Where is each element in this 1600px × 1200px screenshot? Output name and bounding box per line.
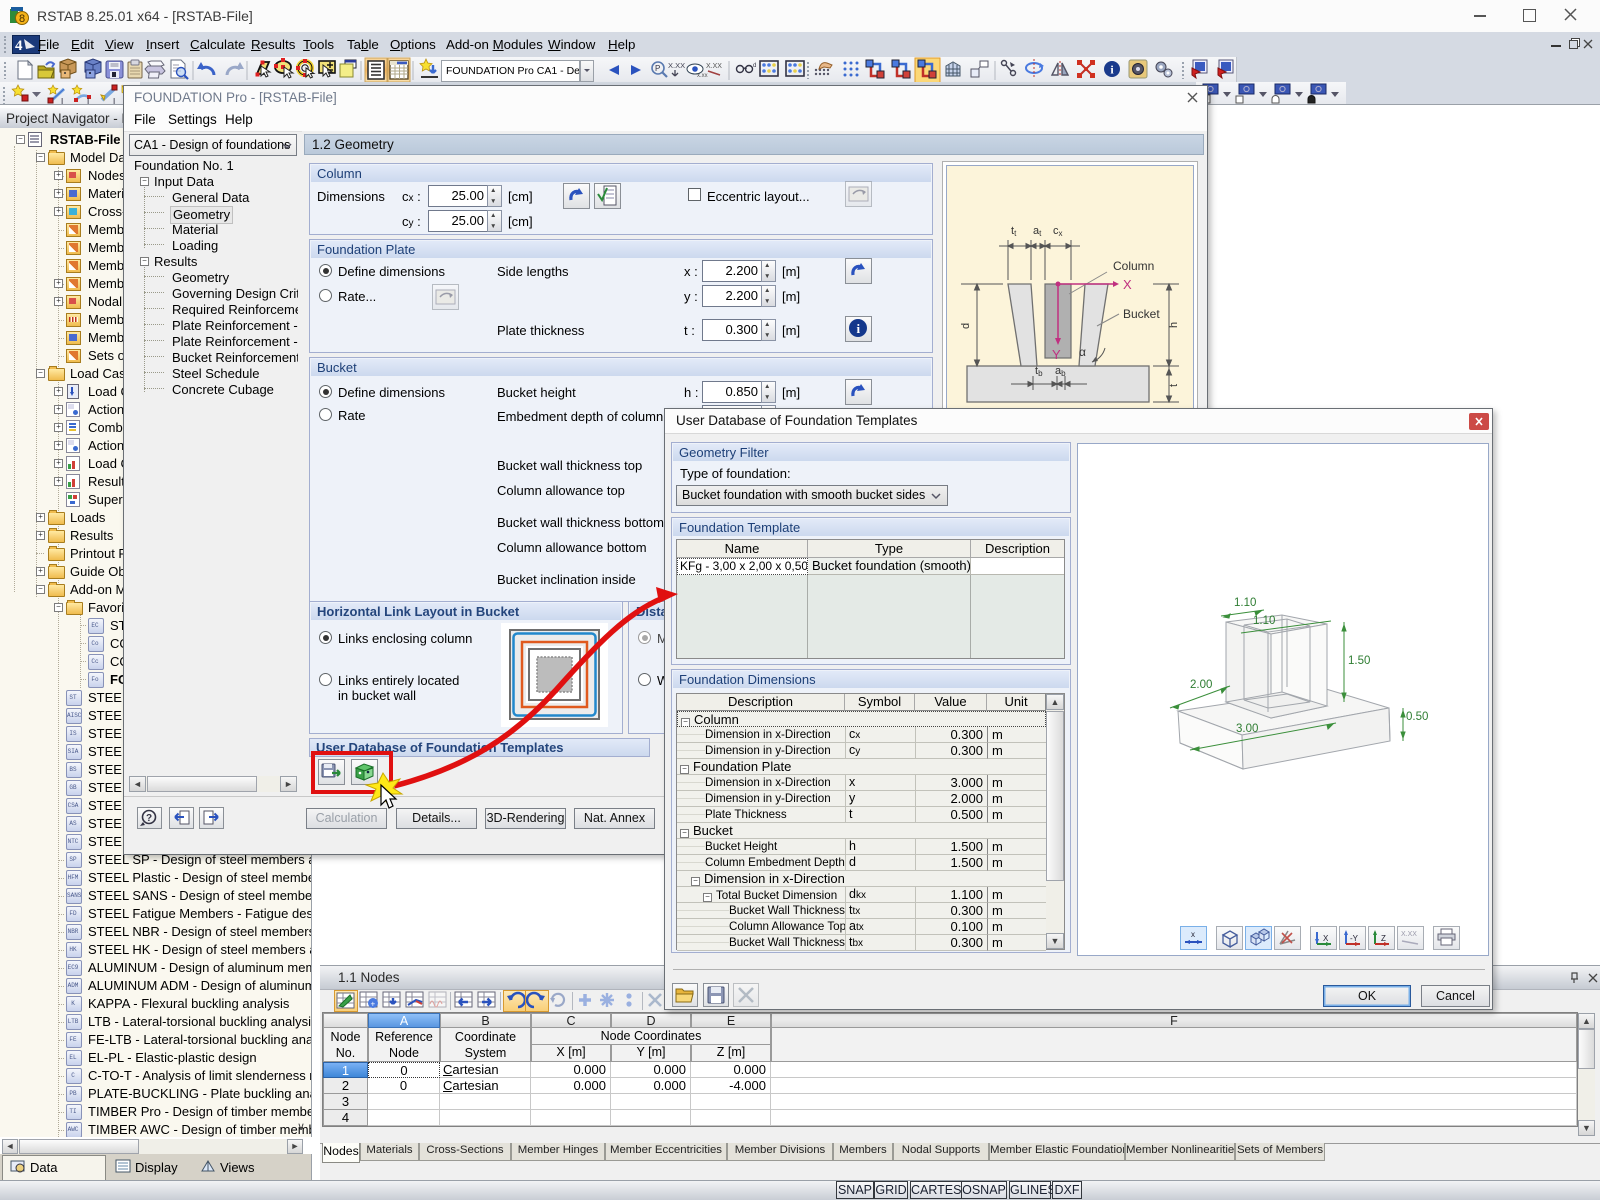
svg-text:1.50: 1.50 (1348, 655, 1370, 667)
svg-text:Column: Column (1113, 259, 1154, 273)
svg-text:at: at (1033, 225, 1042, 238)
svg-text:+: + (371, 1000, 376, 1009)
svg-text:X: X (1323, 934, 1329, 943)
svg-text:X.XX: X.XX (706, 63, 722, 70)
svg-text:?: ? (146, 813, 152, 824)
svg-text:1.10: 1.10 (1253, 615, 1275, 627)
svg-text:d: d (960, 323, 972, 329)
svg-text:P: P (655, 64, 660, 73)
svg-text:cx: cx (1053, 225, 1063, 238)
svg-text:h: h (1168, 322, 1180, 328)
svg-text:Y: Y (1052, 347, 1061, 362)
svg-text:1.10: 1.10 (1234, 597, 1256, 609)
svg-text:d: d (753, 63, 756, 69)
svg-text:x.xx: x.xx (697, 73, 708, 79)
svg-text:-Y: -Y (1350, 934, 1359, 943)
svg-text:Z: Z (1381, 934, 1386, 943)
svg-text:2.00: 2.00 (1190, 679, 1212, 691)
svg-text:X.XX: X.XX (1401, 931, 1417, 938)
svg-text:t: t (1168, 384, 1180, 387)
svg-text:tt: tt (1011, 225, 1017, 238)
svg-text:3.00: 3.00 (1236, 723, 1258, 735)
svg-text:X: X (1123, 277, 1132, 292)
svg-text:Bucket: Bucket (1123, 307, 1160, 321)
svg-text:X.XX: X.XX (668, 61, 685, 70)
svg-text:x: x (1191, 930, 1195, 939)
svg-text:α: α (1079, 345, 1086, 359)
svg-text:i: i (857, 321, 861, 336)
svg-text:0.50: 0.50 (1406, 711, 1428, 723)
